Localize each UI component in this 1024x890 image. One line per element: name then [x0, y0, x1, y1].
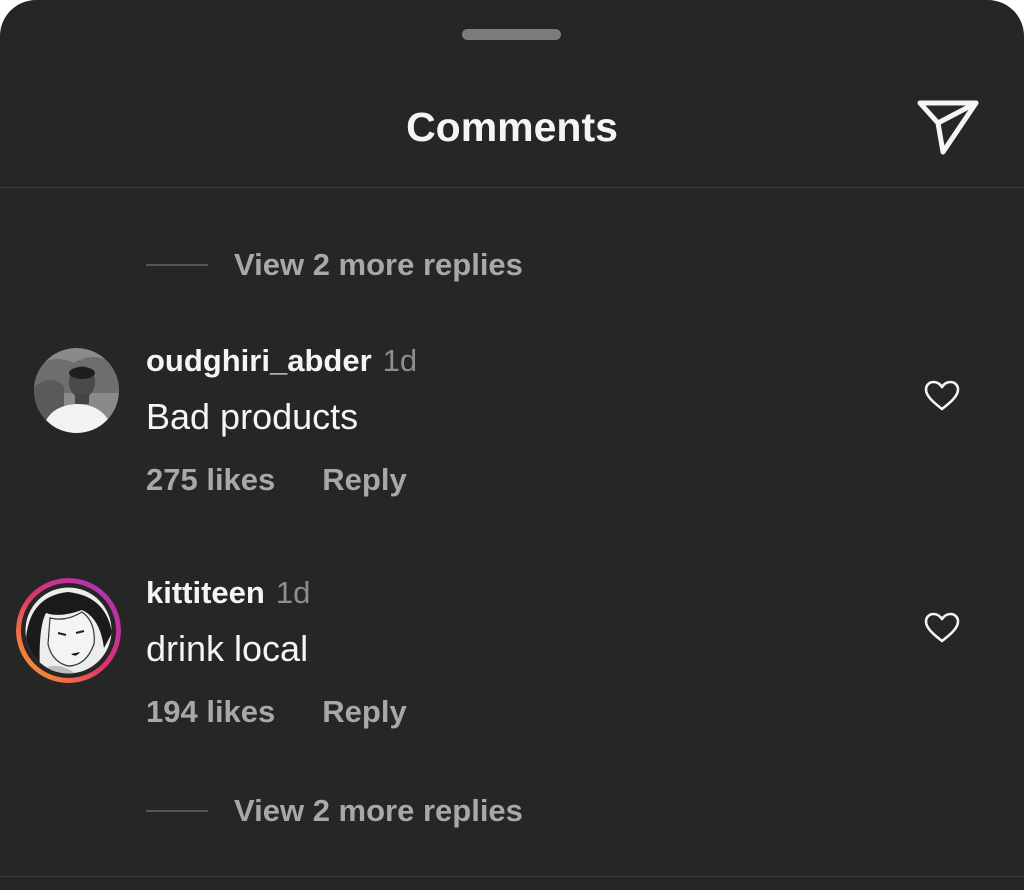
- avatar[interactable]: [34, 348, 119, 433]
- view-more-replies-label: View 2 more replies: [234, 793, 523, 828]
- footer-divider: [0, 876, 1024, 877]
- header-divider: [0, 187, 1024, 188]
- comment-actions: 275 likes Reply: [146, 460, 407, 500]
- comment-text: drink local: [146, 628, 309, 669]
- view-more-replies-button[interactable]: View 2 more replies: [146, 245, 523, 285]
- reply-button[interactable]: Reply: [322, 694, 406, 730]
- view-more-replies-button[interactable]: View 2 more replies: [146, 791, 523, 831]
- likes-count[interactable]: 194 likes: [146, 694, 275, 730]
- story-ring-avatar[interactable]: [16, 578, 121, 683]
- reply-button[interactable]: Reply: [322, 462, 406, 498]
- heart-outline-icon[interactable]: [924, 612, 960, 644]
- reply-thread-line: [146, 264, 208, 266]
- comment-username[interactable]: kittiteen: [146, 575, 265, 611]
- sheet-title: Comments: [406, 104, 618, 150]
- likes-count[interactable]: 275 likes: [146, 462, 275, 498]
- comment-actions: 194 likes Reply: [146, 692, 407, 732]
- paper-plane-icon[interactable]: [914, 98, 980, 156]
- comment-username[interactable]: oudghiri_abder: [146, 343, 372, 379]
- screen: Comments View 2 more replies oudghiri_ab…: [0, 0, 1024, 890]
- reply-thread-line: [146, 810, 208, 812]
- comment-header: kittiteen 1d: [146, 575, 310, 615]
- comment-time: 1d: [275, 575, 311, 610]
- sheet-drag-handle[interactable]: [462, 29, 561, 40]
- heart-outline-icon[interactable]: [924, 380, 960, 412]
- comment-time: 1d: [382, 343, 418, 378]
- view-more-replies-label: View 2 more replies: [234, 247, 523, 282]
- comments-sheet: Comments View 2 more replies oudghiri_ab…: [0, 0, 1024, 890]
- comment-header: oudghiri_abder 1d: [146, 343, 417, 383]
- comment-text: Bad products: [146, 396, 359, 437]
